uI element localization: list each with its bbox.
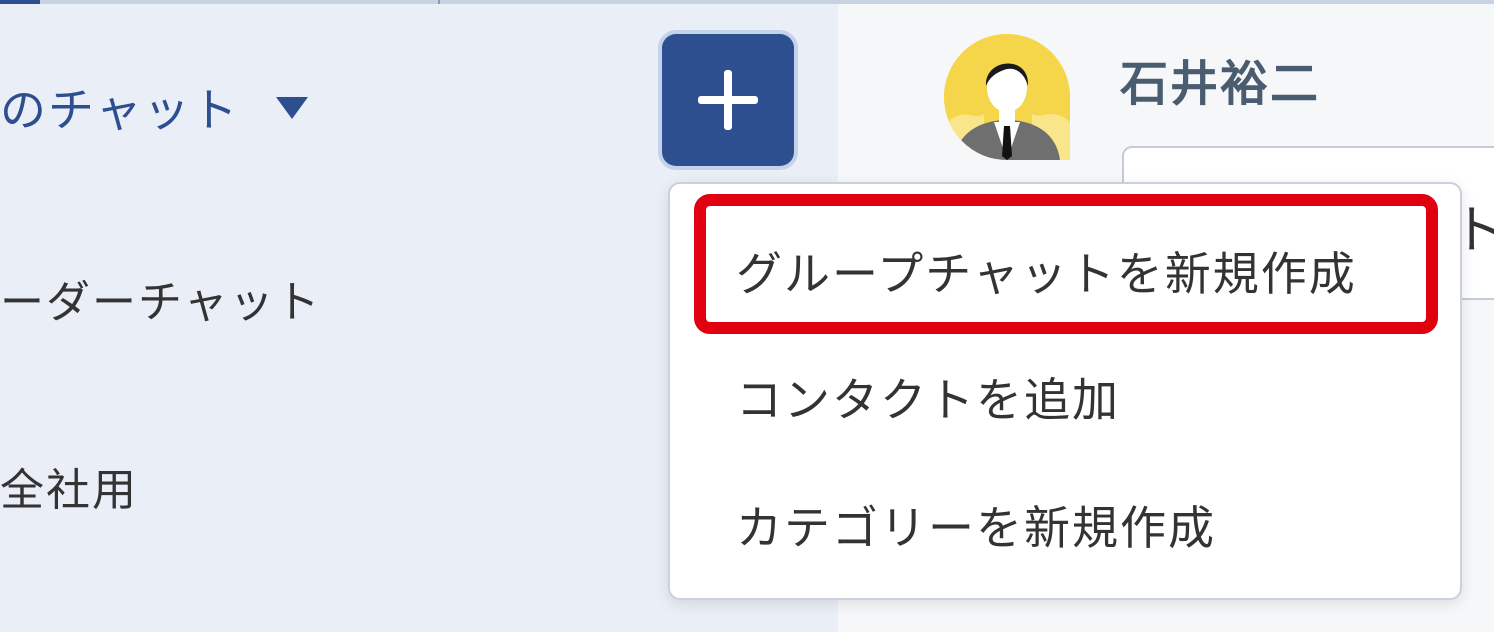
user-name: 石井裕二 bbox=[1120, 56, 1321, 112]
add-button[interactable] bbox=[662, 34, 794, 166]
chat-category-label: のチャット bbox=[0, 83, 240, 137]
user-avatar-icon[interactable] bbox=[944, 34, 1070, 160]
chat-category-selector[interactable]: のチャット bbox=[0, 74, 308, 140]
menu-item-new-category[interactable]: カテゴリーを新規作成 bbox=[736, 492, 1216, 558]
sidebar-item-leader-chat[interactable]: ーダーチャット bbox=[0, 266, 322, 330]
caret-down-icon bbox=[275, 96, 308, 119]
sidebar-item-company-wide[interactable]: 全社用 bbox=[0, 454, 138, 518]
plus-icon bbox=[698, 70, 758, 130]
highlight-annotation bbox=[694, 194, 1438, 334]
menu-item-add-contact[interactable]: コンタクトを追加 bbox=[736, 364, 1120, 430]
